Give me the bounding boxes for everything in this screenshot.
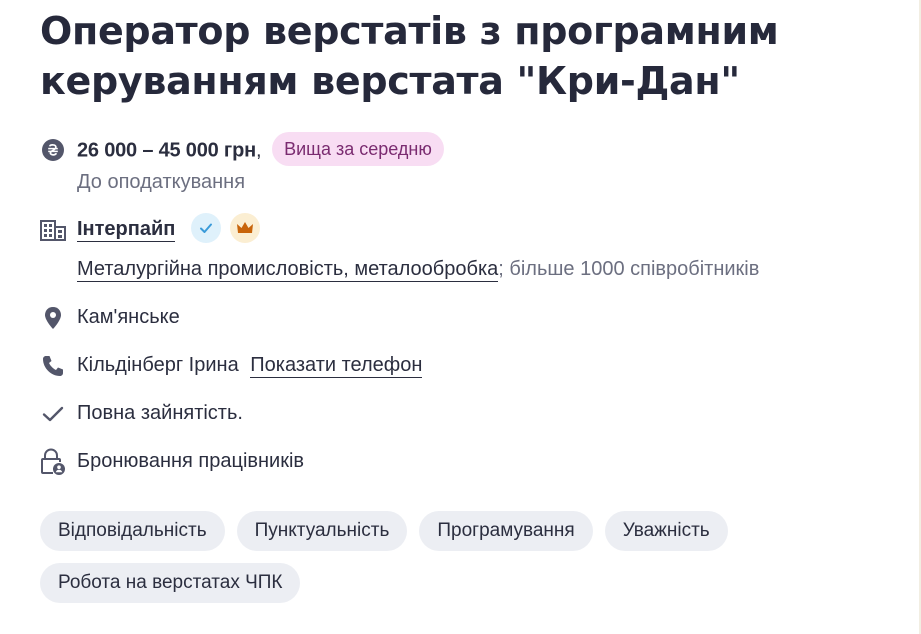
salary-row: 26 000 – 45 000 грн, Вища за середню [40, 132, 910, 166]
location-city: Кам'янське [77, 305, 180, 328]
reservation-text: Бронювання працівників [77, 449, 305, 472]
industry-link[interactable]: Металургійна промисловість, металообробк… [77, 257, 499, 282]
employment-row: Повна зайнятість. [40, 398, 910, 428]
hryvnia-icon [40, 137, 66, 163]
company-link[interactable]: Інтерпайп [77, 218, 176, 242]
contact-row: Кільдінберг Ірина Показати телефон [40, 350, 910, 380]
salary-note: До оподаткування [77, 171, 246, 193]
lock-person-icon [40, 448, 66, 475]
employment-type: Повна зайнятість. [77, 401, 243, 424]
location-row: Кам'янське [40, 302, 910, 332]
company-details: Металургійна промисловість, металообробк… [40, 254, 910, 284]
salary-separator: , [255, 139, 262, 162]
show-phone-link[interactable]: Показати телефон [250, 353, 423, 378]
company-size: ; більше 1000 співробітників [498, 257, 760, 280]
company-row: Інтерпайп [40, 212, 910, 245]
salary-above-average-badge: Вища за середню [272, 132, 444, 166]
skill-tag[interactable]: Робота на верстатах ЧПК [40, 562, 301, 603]
check-badge-icon[interactable] [190, 212, 221, 243]
skill-tag[interactable]: Уважність [604, 510, 728, 551]
building-icon [40, 217, 66, 243]
contact-name: Кільдінберг Ірина [77, 353, 239, 376]
vacancy-info: 26 000 – 45 000 грн, Вища за середню До … [40, 132, 910, 476]
vacancy-title: Оператор верстатів з програмним керуванн… [40, 9, 779, 103]
skill-tag[interactable]: Програмування [419, 510, 593, 551]
salary-value: 26 000 – 45 000 грн [77, 139, 256, 162]
phone-icon [40, 353, 66, 379]
skills-list: Відповідальність Пунктуальність Програму… [40, 510, 800, 603]
crown-icon[interactable] [230, 212, 261, 243]
check-icon [40, 401, 66, 427]
skill-tag[interactable]: Відповідальність [40, 510, 225, 551]
vacancy-card: Оператор верстатів з програмним керуванн… [40, 0, 910, 603]
map-pin-icon [40, 305, 66, 331]
skill-tag[interactable]: Пунктуальність [236, 510, 408, 551]
reservation-row: Бронювання працівників [40, 446, 910, 476]
